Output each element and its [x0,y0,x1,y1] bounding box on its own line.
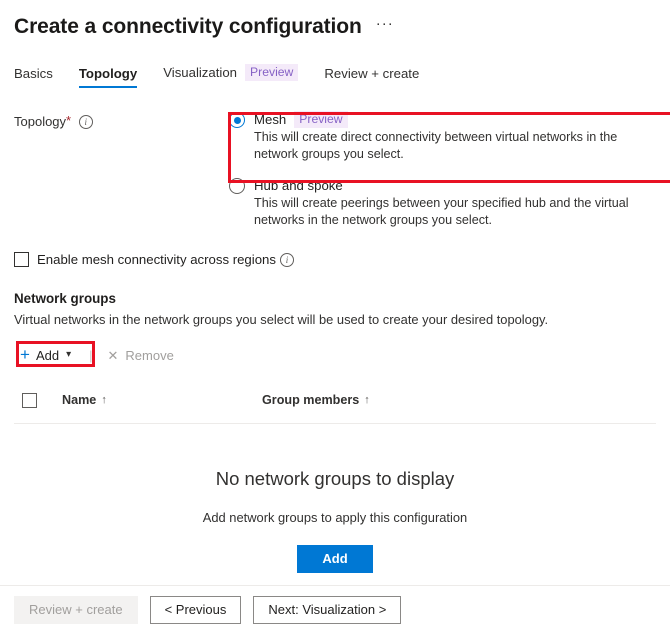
mesh-preview-badge: Preview [294,111,348,128]
page-title: Create a connectivity configuration [14,15,362,38]
column-header-name-label: Name [62,393,97,407]
empty-state-title: No network groups to display [215,468,455,489]
radio-hub-and-spoke-description: This will create peerings between your s… [254,196,629,227]
radio-hub-and-spoke-title: Hub and spoke [254,178,343,193]
radio-mesh-mark[interactable] [229,112,245,128]
info-icon[interactable]: i [78,115,93,129]
tab-visualization-label: Visualization [163,65,238,80]
radio-mesh-description: This will create direct connectivity bet… [254,130,618,161]
column-header-name[interactable]: Name ↑ [62,393,262,407]
empty-state-add-button[interactable]: Add [297,545,373,573]
topology-label-text: Topology [14,114,67,129]
tab-topology[interactable]: Topology [78,66,138,88]
radio-hub-and-spoke-title-line: Hub and spoke [254,177,656,194]
radio-hub-and-spoke-body: Hub and spoke This will create peerings … [254,177,656,228]
review-create-button[interactable]: Review + create [14,595,138,624]
radio-option-hub-and-spoke[interactable]: Hub and spoke This will create peerings … [229,177,656,228]
empty-state-subtitle: Add network groups to apply this configu… [202,510,468,525]
previous-button[interactable]: < Previous [149,595,242,624]
radio-hub-and-spoke-mark[interactable] [229,178,245,194]
select-all-checkbox[interactable] [22,392,37,408]
add-button-label: Add [35,347,60,363]
close-icon: ✕ [107,347,119,363]
sort-ascending-icon: ↑ [101,394,107,406]
cross-region-info-icon[interactable]: i [279,252,294,267]
radio-mesh-title: Mesh [254,112,287,127]
network-groups-title: Network groups [14,291,116,306]
topology-field-row: Topology* i Mesh Preview This will creat… [14,111,656,228]
tab-visualization[interactable]: Visualization Preview [163,64,299,88]
tab-review-create-label: Review + create [324,66,420,81]
plus-icon: + [20,345,30,364]
network-groups-toolbar: + Add ▾ | ✕ Remove [14,343,656,367]
page-header: Create a connectivity configuration ··· [0,0,670,44]
network-groups-grid: Name ↑ Group members ↑ No network groups… [14,385,656,573]
next-button[interactable]: Next: Visualization > [253,595,402,624]
required-asterisk: * [66,113,72,128]
empty-state: No network groups to display Add network… [14,424,656,573]
radio-option-mesh[interactable]: Mesh Preview This will create direct con… [229,111,656,162]
toolbar-separator: | [89,347,93,363]
grid-header-row: Name ↑ Group members ↑ [14,385,656,424]
wizard-footer: Review + create < Previous Next: Visuali… [0,585,670,633]
topology-field-label: Topology* i [14,111,229,228]
enable-cross-region-checkbox[interactable] [14,252,29,267]
enable-cross-region-label: Enable mesh connectivity across regions [37,252,276,267]
add-network-group-button[interactable]: + Add ▾ [14,346,77,365]
enable-cross-region-row[interactable]: Enable mesh connectivity across regions … [14,252,656,267]
column-header-group-members[interactable]: Group members ↑ [262,393,370,407]
network-groups-description: Virtual networks in the network groups y… [14,312,549,327]
tab-basics[interactable]: Basics [14,66,53,88]
chevron-down-icon: ▾ [66,349,72,360]
tab-topology-label: Topology [78,66,138,81]
remove-button-label: Remove [125,347,174,363]
topology-radio-group: Mesh Preview This will create direct con… [229,111,656,228]
form-content: Topology* i Mesh Preview This will creat… [0,111,670,573]
wizard-tabs: Basics Topology Visualization Preview Re… [0,62,670,88]
sort-ascending-icon: ↑ [364,394,370,406]
tab-basics-label: Basics [14,66,53,81]
radio-mesh-title-line: Mesh Preview [254,111,656,128]
remove-network-group-button[interactable]: ✕ Remove [102,346,180,365]
tab-visualization-preview-badge: Preview [245,64,299,81]
radio-mesh-body: Mesh Preview This will create direct con… [254,111,656,162]
tab-review-create[interactable]: Review + create [324,66,419,88]
more-options-icon[interactable]: ··· [376,16,394,35]
column-header-group-members-label: Group members [262,393,360,407]
